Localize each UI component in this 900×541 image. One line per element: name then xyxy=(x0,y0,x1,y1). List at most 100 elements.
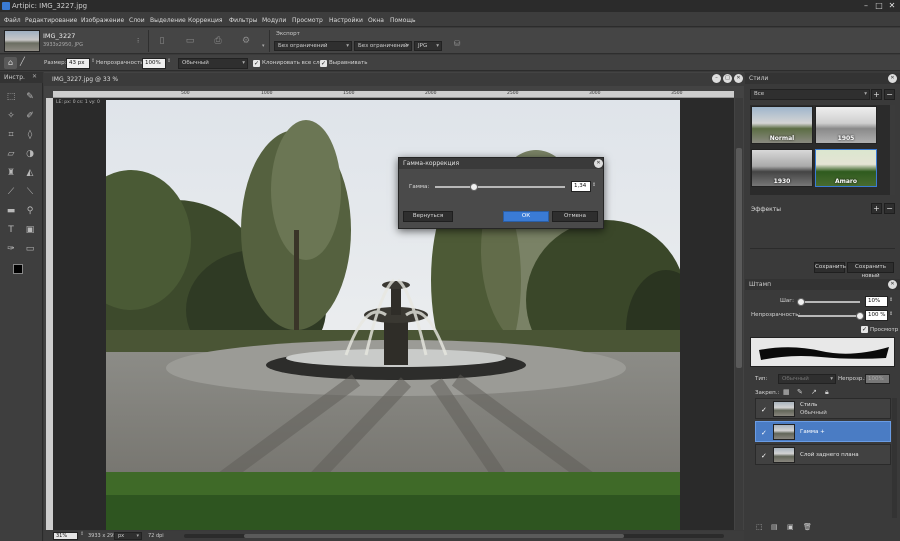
share-icon[interactable]: ⚙ xyxy=(237,34,255,48)
styles-scrollbar[interactable] xyxy=(890,105,895,195)
step-slider-knob[interactable] xyxy=(797,298,806,306)
blur-drop-icon[interactable]: ◊ xyxy=(24,129,36,141)
align-checkbox[interactable]: ✓ xyxy=(320,60,327,67)
stamp-opacity-input[interactable]: 100 % xyxy=(865,310,888,321)
menu-adjust[interactable]: Коррекция xyxy=(188,17,222,24)
document-thumbnail[interactable] xyxy=(4,30,40,52)
zoom-input[interactable]: 31% xyxy=(53,532,78,540)
gamma-slider-track[interactable] xyxy=(435,186,565,188)
style-preset-normal[interactable]: Normal xyxy=(751,106,813,144)
minimize-icon[interactable]: – xyxy=(861,1,871,11)
layer-mask-icon[interactable]: ▣ xyxy=(787,523,794,531)
share-arrow-icon[interactable]: ▾ xyxy=(262,43,265,49)
menu-filters[interactable]: Фильтры xyxy=(229,17,257,24)
new-layer-icon[interactable]: ▤ xyxy=(771,523,778,531)
menu-view[interactable]: Просмотр xyxy=(292,17,323,24)
pencil-tool-icon[interactable]: ✐ xyxy=(24,110,36,122)
reset-button[interactable]: Вернуться xyxy=(403,211,453,222)
doc-maximize-icon[interactable]: □ xyxy=(723,74,732,83)
brush-tool-icon[interactable]: ✎ xyxy=(24,91,36,103)
ok-button[interactable]: ОК xyxy=(503,211,549,222)
preview-checkbox[interactable]: ✓ xyxy=(861,326,868,333)
print-icon[interactable]: ⎙ xyxy=(209,34,227,48)
layer-visibility-icon[interactable]: ✓ xyxy=(761,452,767,460)
menu-image[interactable]: Изображение xyxy=(81,17,124,24)
size-input[interactable]: 43 px xyxy=(66,58,90,69)
lock-move-icon[interactable]: ↗ xyxy=(811,388,817,396)
eyedropper-tool-icon[interactable]: ⟋ xyxy=(5,186,17,198)
step-value-input[interactable]: 10% xyxy=(865,296,888,307)
fill-tool-icon[interactable]: ◭ xyxy=(24,167,36,179)
stamp-tool-icon[interactable]: ⌂ xyxy=(4,57,17,69)
stamp-close-icon[interactable]: ✕ xyxy=(888,280,897,289)
pipette-tool-icon[interactable]: ✑ xyxy=(5,243,17,255)
zoom-stepper-icon[interactable]: ⇕ xyxy=(80,531,84,537)
export-format-select[interactable]: JPG ▾ xyxy=(414,41,442,51)
save-style-button[interactable]: Сохранить xyxy=(814,262,846,273)
lock-paint-icon[interactable]: ✎ xyxy=(797,388,803,396)
menu-selection[interactable]: Выделение xyxy=(150,17,186,24)
lock-pixels-icon[interactable]: ▦ xyxy=(783,388,790,396)
opacity-slider-knob[interactable] xyxy=(856,312,864,320)
lock-all-icon[interactable]: 🔒︎ xyxy=(825,388,829,397)
doc-minimize-icon[interactable]: – xyxy=(712,74,721,83)
menu-edit[interactable]: Редактирование xyxy=(25,17,77,24)
shape-tool-icon[interactable]: ▣ xyxy=(24,224,36,236)
zoom-tool-icon[interactable]: ⚲ xyxy=(24,205,36,217)
menu-windows[interactable]: Окна xyxy=(368,17,384,24)
new-document-icon[interactable]: ▯ xyxy=(153,34,171,48)
thumb-menu-icon[interactable]: ⁝ xyxy=(137,37,139,45)
cancel-button[interactable]: Отмена xyxy=(552,211,598,222)
export-size-select-1[interactable]: Без ограничений ▾ xyxy=(274,41,352,51)
vertical-scrollbar[interactable] xyxy=(735,98,743,530)
add-style-icon[interactable]: + xyxy=(871,89,882,100)
dialog-close-icon[interactable]: ✕ xyxy=(594,159,603,168)
layer-item-background[interactable]: ✓ Слой заднего плана xyxy=(755,444,891,465)
new-selection-icon[interactable]: ⬚ xyxy=(756,523,763,531)
menu-settings[interactable]: Настройки xyxy=(329,17,363,24)
rectangle-tool-icon[interactable]: ▭ xyxy=(24,243,36,255)
open-icon[interactable]: ▭ xyxy=(181,34,199,48)
marquee-tool-icon[interactable]: ⬚ xyxy=(5,91,17,103)
layer-item-gamma[interactable]: ✓ Гамма + xyxy=(755,421,891,442)
opacity-input[interactable]: 100% xyxy=(142,58,166,69)
gamma-slider-knob[interactable] xyxy=(470,183,478,191)
doc-close-icon[interactable]: ✕ xyxy=(734,74,743,83)
scrollbar-thumb[interactable] xyxy=(736,148,742,368)
crop-tool-icon[interactable]: ⌗ xyxy=(5,129,17,141)
layer-visibility-icon[interactable]: ✓ xyxy=(761,429,767,437)
horizontal-scrollbar[interactable] xyxy=(184,534,724,538)
gamma-stepper-icon[interactable]: ⇕ xyxy=(592,182,596,188)
layer-item-style[interactable]: ✓ Стиль Обычный xyxy=(755,398,891,419)
opacity-stepper-icon[interactable]: ⇕ xyxy=(167,58,171,64)
text-tool-icon[interactable]: T xyxy=(5,224,17,236)
foreground-color-swatch[interactable] xyxy=(13,264,23,274)
opacity-slider-track[interactable] xyxy=(798,315,860,317)
menu-layers[interactable]: Слои xyxy=(129,17,145,24)
maximize-icon[interactable]: □ xyxy=(874,1,884,11)
layer-visibility-icon[interactable]: ✓ xyxy=(761,406,767,414)
layer-type-select[interactable]: Обычный ▾ xyxy=(778,374,836,384)
size-stepper-icon[interactable]: ⇕ xyxy=(91,58,95,64)
dodge-tool-icon[interactable]: ◑ xyxy=(24,148,36,160)
menu-modules[interactable]: Модули xyxy=(262,17,286,24)
magic-wand-icon[interactable]: ✧ xyxy=(5,110,17,122)
smudge-tool-icon[interactable]: ⟍ xyxy=(24,186,36,198)
opacity-stepper-icon[interactable]: ⇕ xyxy=(889,311,893,317)
layer-opacity-input[interactable]: 100% xyxy=(865,374,890,384)
style-preset-amaro[interactable]: Amaro xyxy=(815,149,877,187)
remove-style-icon[interactable]: − xyxy=(884,89,895,100)
gamma-value-input[interactable]: 1,34 xyxy=(571,181,591,192)
styles-close-icon[interactable]: ✕ xyxy=(888,74,897,83)
style-preset-1905[interactable]: 1905 xyxy=(815,106,877,144)
scrollbar-thumb[interactable] xyxy=(244,534,624,538)
step-stepper-icon[interactable]: ⇕ xyxy=(889,297,893,303)
document-tab[interactable]: IMG_3227.jpg @ 33 % – □ ✕ xyxy=(44,73,744,86)
step-slider-track[interactable] xyxy=(798,301,860,303)
styles-filter-select[interactable]: Все ▾ xyxy=(750,89,870,100)
menu-help[interactable]: Помощь xyxy=(390,17,416,24)
eraser-tool-icon[interactable]: ▱ xyxy=(5,148,17,160)
save-new-style-button[interactable]: Сохранить новый xyxy=(847,262,894,279)
layers-scrollbar[interactable] xyxy=(892,398,897,518)
clone-all-checkbox[interactable]: ✓ xyxy=(253,60,260,67)
